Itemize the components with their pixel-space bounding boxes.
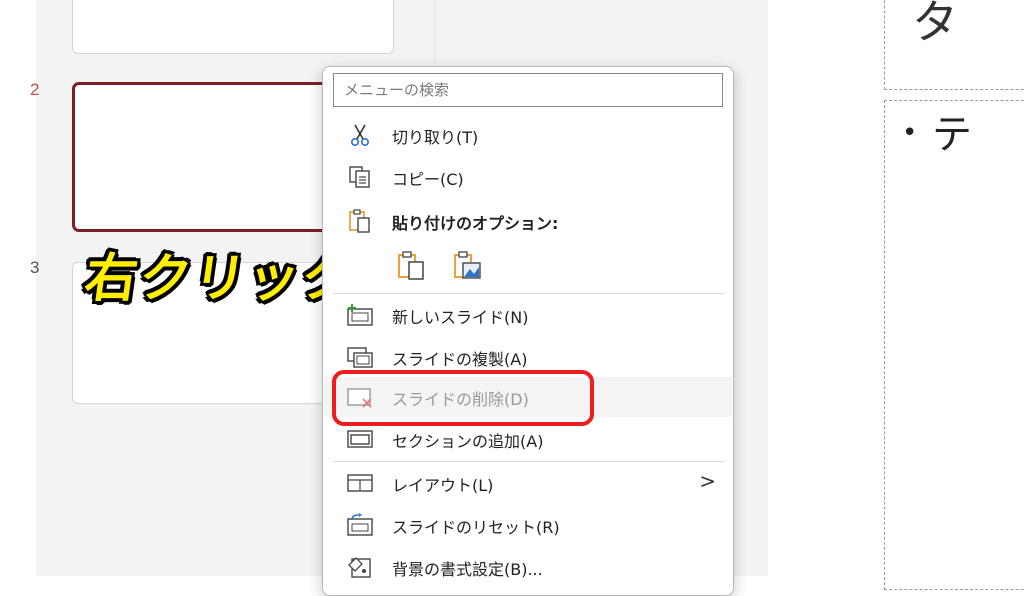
menu-item-label: レイアウト(L) <box>392 476 494 495</box>
menu-item-label: コピー(C) <box>392 170 464 189</box>
menu-search-input[interactable] <box>333 73 723 107</box>
slide-number-3: 3 <box>30 258 40 277</box>
menu-item-label: 切り取り(T) <box>392 128 479 147</box>
add-section-icon <box>346 427 374 451</box>
menu-item-label: スライドの削除(D) <box>392 390 529 409</box>
menu-item-duplicate-slide[interactable]: スライドの複製(A) <box>324 337 732 377</box>
menu-item-reset-slide[interactable]: スライドのリセット(R) <box>324 505 732 545</box>
menu-item-cut[interactable]: 切り取り(T) <box>324 115 732 155</box>
menu-item-label: スライドの複製(A) <box>392 350 528 369</box>
clipboard-icon <box>346 209 374 233</box>
slide-number-2: 2 <box>30 80 40 99</box>
slide-thumbnail-1[interactable] <box>72 0 394 54</box>
menu-item-label: 新しいスライド(N) <box>392 308 529 327</box>
paste-options-row <box>393 247 513 287</box>
new-slide-icon <box>346 303 374 327</box>
menu-item-delete-slide[interactable]: スライドの削除(D) <box>324 377 732 417</box>
content-placeholder[interactable] <box>884 100 1024 590</box>
duplicate-slide-icon <box>346 345 374 369</box>
scissors-icon <box>346 123 374 147</box>
menu-item-copy[interactable]: コピー(C) <box>324 157 732 197</box>
paste-keep-source-formatting-icon[interactable] <box>393 249 429 283</box>
delete-slide-icon <box>346 385 374 409</box>
bullet-point: • <box>902 118 918 148</box>
menu-separator <box>333 293 725 294</box>
context-menu: 切り取り(T) コピー(C) 貼り付けのオプション: <box>322 66 734 596</box>
copy-icon <box>346 165 374 189</box>
content-placeholder-text: テ <box>932 112 972 158</box>
menu-item-add-section[interactable]: セクションの追加(A) <box>324 419 732 459</box>
title-placeholder-text: タ <box>912 0 958 49</box>
submenu-arrow-icon: > <box>699 469 716 493</box>
menu-separator <box>333 461 725 462</box>
menu-item-format-background[interactable]: 背景の書式設定(B)... <box>324 547 732 587</box>
menu-item-label: スライドのリセット(R) <box>392 518 560 537</box>
right-click-annotation: 右クリック <box>81 249 360 309</box>
menu-item-new-slide[interactable]: 新しいスライド(N) <box>324 295 732 335</box>
menu-item-label: セクションの追加(A) <box>392 432 544 451</box>
reset-slide-icon <box>346 513 374 537</box>
menu-item-label: 貼り付けのオプション: <box>392 214 559 233</box>
format-background-icon <box>346 555 374 579</box>
menu-item-paste-options: 貼り付けのオプション: <box>324 201 732 241</box>
paste-picture-icon[interactable] <box>449 249 485 283</box>
menu-item-layout[interactable]: レイアウト(L) > <box>324 463 732 503</box>
layout-icon <box>346 471 374 495</box>
menu-item-label: 背景の書式設定(B)... <box>392 560 543 579</box>
